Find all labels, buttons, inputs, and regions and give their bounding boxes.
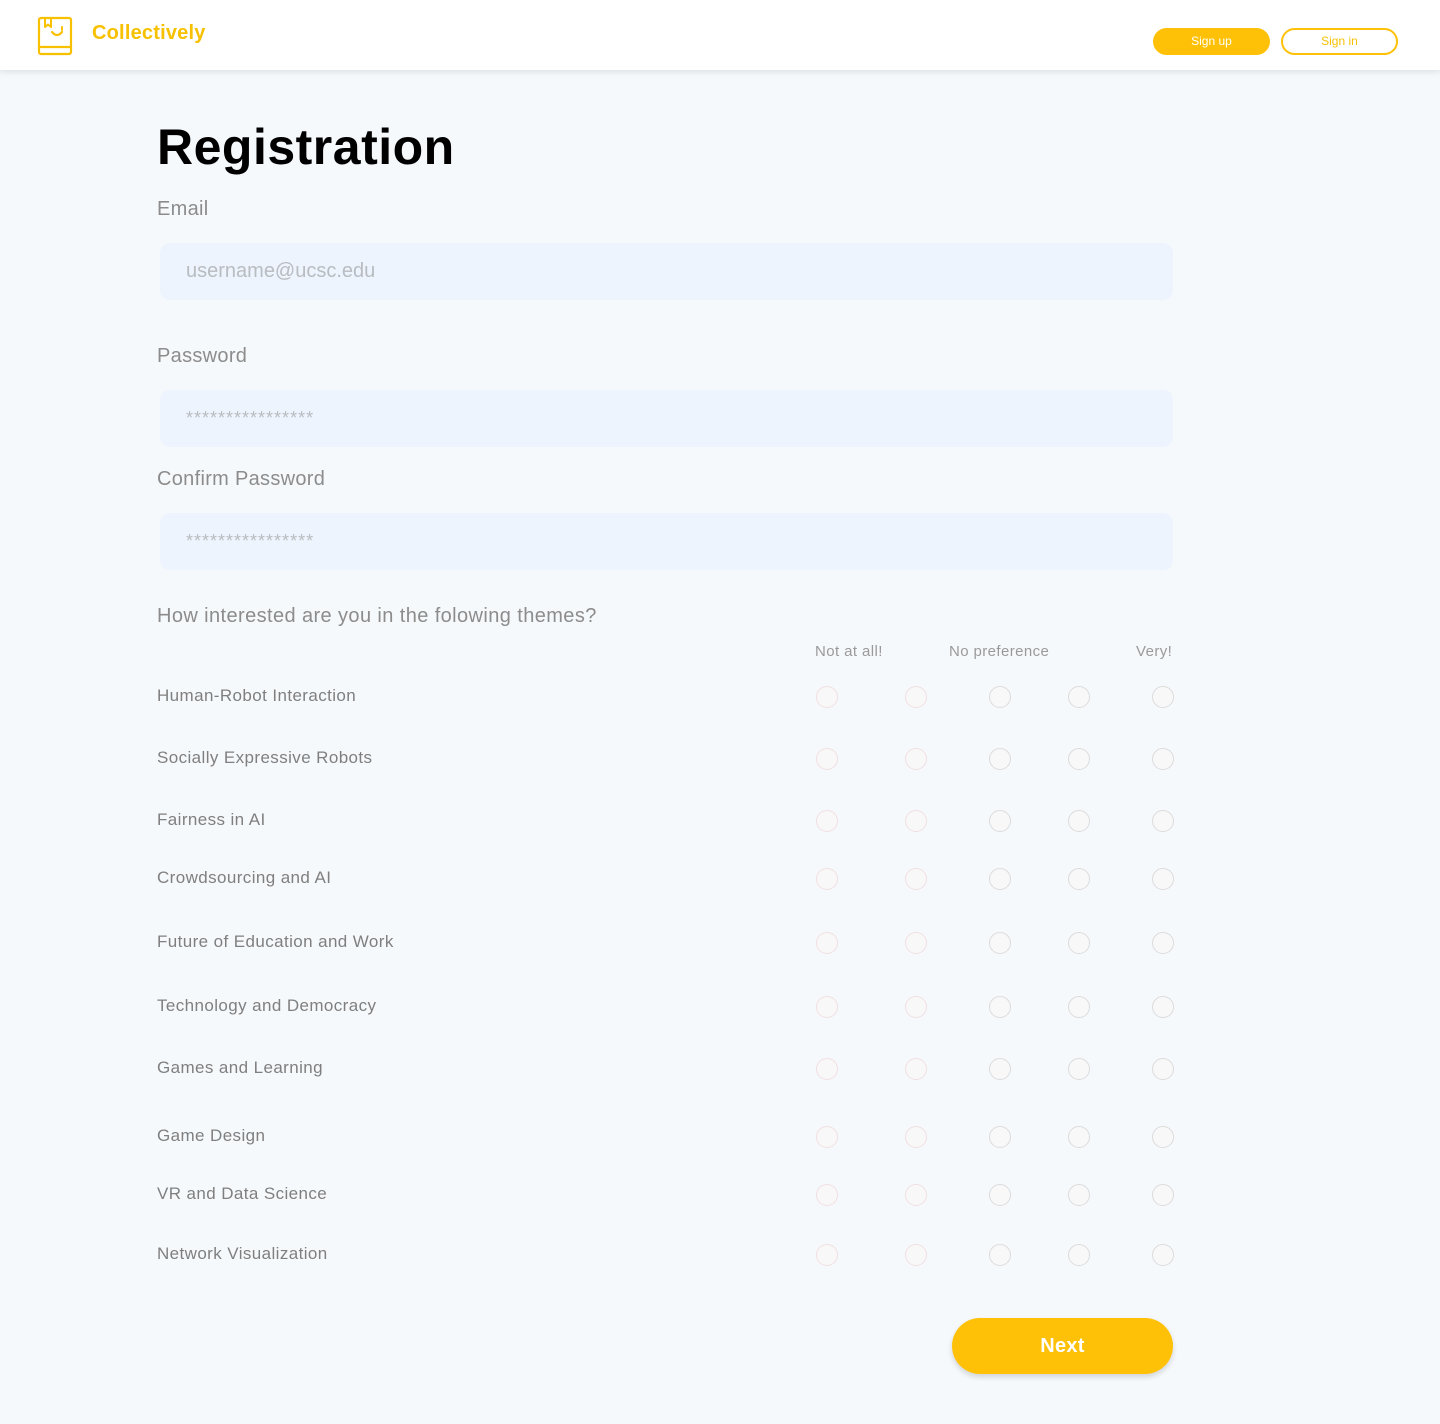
rating-radio-3[interactable] bbox=[989, 748, 1011, 770]
theme-label: Crowdsourcing and AI bbox=[157, 868, 332, 887]
theme-label: Network Visualization bbox=[157, 1244, 328, 1263]
rating-radio-1[interactable] bbox=[816, 932, 838, 954]
email-field[interactable] bbox=[160, 243, 1173, 300]
password-label: Password bbox=[157, 345, 248, 367]
rating-radio-4[interactable] bbox=[1068, 686, 1090, 708]
rating-radio-5[interactable] bbox=[1152, 996, 1174, 1018]
email-label: Email bbox=[157, 198, 209, 220]
sign-up-button[interactable]: Sign up bbox=[1153, 28, 1270, 55]
rating-radio-5[interactable] bbox=[1152, 748, 1174, 770]
rating-radio-3[interactable] bbox=[989, 996, 1011, 1018]
rating-radio-2[interactable] bbox=[905, 1126, 927, 1148]
book-smile-icon[interactable] bbox=[37, 16, 73, 56]
rating-radio-4[interactable] bbox=[1068, 932, 1090, 954]
rating-radio-5[interactable] bbox=[1152, 1184, 1174, 1206]
rating-radio-2[interactable] bbox=[905, 686, 927, 708]
rating-radio-2[interactable] bbox=[905, 1244, 927, 1266]
confirm-password-field[interactable] bbox=[160, 513, 1173, 570]
rating-radio-2[interactable] bbox=[905, 810, 927, 832]
rating-radio-2[interactable] bbox=[905, 1058, 927, 1080]
rating-radio-5[interactable] bbox=[1152, 1244, 1174, 1266]
survey-question: How interested are you in the folowing t… bbox=[157, 605, 597, 627]
theme-label: Human-Robot Interaction bbox=[157, 686, 357, 705]
rating-radio-3[interactable] bbox=[989, 810, 1011, 832]
rating-radio-4[interactable] bbox=[1068, 1126, 1090, 1148]
rating-radio-1[interactable] bbox=[816, 1244, 838, 1266]
rating-radio-3[interactable] bbox=[989, 1184, 1011, 1206]
page-title: Registration bbox=[157, 119, 455, 175]
theme-label: Technology and Democracy bbox=[157, 996, 377, 1015]
scale-label-high: Very! bbox=[1136, 643, 1173, 660]
scale-label-low: Not at all! bbox=[815, 643, 883, 660]
rating-radio-2[interactable] bbox=[905, 1184, 927, 1206]
rating-radio-4[interactable] bbox=[1068, 1244, 1090, 1266]
rating-radio-4[interactable] bbox=[1068, 1184, 1090, 1206]
rating-radio-2[interactable] bbox=[905, 868, 927, 890]
rating-radio-4[interactable] bbox=[1068, 748, 1090, 770]
rating-radio-4[interactable] bbox=[1068, 868, 1090, 890]
rating-radio-3[interactable] bbox=[989, 868, 1011, 890]
theme-label: VR and Data Science bbox=[157, 1184, 328, 1203]
rating-radio-5[interactable] bbox=[1152, 686, 1174, 708]
rating-radio-3[interactable] bbox=[989, 686, 1011, 708]
theme-label: Fairness in AI bbox=[157, 810, 266, 829]
next-button[interactable]: Next bbox=[952, 1318, 1173, 1374]
rating-radio-1[interactable] bbox=[816, 996, 838, 1018]
rating-radio-4[interactable] bbox=[1068, 996, 1090, 1018]
password-field[interactable] bbox=[160, 390, 1173, 447]
rating-radio-1[interactable] bbox=[816, 810, 838, 832]
rating-radio-3[interactable] bbox=[989, 1126, 1011, 1148]
rating-radio-2[interactable] bbox=[905, 748, 927, 770]
rating-radio-5[interactable] bbox=[1152, 810, 1174, 832]
top-nav-bar: Collectively Sign up Sign in bbox=[0, 0, 1440, 70]
rating-radio-5[interactable] bbox=[1152, 932, 1174, 954]
rating-radio-4[interactable] bbox=[1068, 1058, 1090, 1080]
rating-radio-1[interactable] bbox=[816, 686, 838, 708]
sign-in-button[interactable]: Sign in bbox=[1281, 28, 1398, 55]
rating-radio-1[interactable] bbox=[816, 748, 838, 770]
rating-radio-5[interactable] bbox=[1152, 868, 1174, 890]
confirm-password-label: Confirm Password bbox=[157, 468, 326, 490]
rating-radio-3[interactable] bbox=[989, 1058, 1011, 1080]
rating-radio-3[interactable] bbox=[989, 932, 1011, 954]
theme-label: Games and Learning bbox=[157, 1058, 323, 1077]
rating-radio-1[interactable] bbox=[816, 1184, 838, 1206]
rating-radio-1[interactable] bbox=[816, 1058, 838, 1080]
rating-radio-2[interactable] bbox=[905, 996, 927, 1018]
rating-radio-5[interactable] bbox=[1152, 1058, 1174, 1080]
rating-radio-5[interactable] bbox=[1152, 1126, 1174, 1148]
rating-radio-1[interactable] bbox=[816, 1126, 838, 1148]
theme-label: Future of Education and Work bbox=[157, 932, 394, 951]
theme-label: Game Design bbox=[157, 1126, 266, 1145]
scale-label-mid: No preference bbox=[949, 643, 1050, 660]
brand-name[interactable]: Collectively bbox=[92, 22, 206, 45]
theme-label: Socially Expressive Robots bbox=[157, 748, 373, 767]
rating-radio-3[interactable] bbox=[989, 1244, 1011, 1266]
rating-radio-1[interactable] bbox=[816, 868, 838, 890]
rating-radio-4[interactable] bbox=[1068, 810, 1090, 832]
rating-radio-2[interactable] bbox=[905, 932, 927, 954]
